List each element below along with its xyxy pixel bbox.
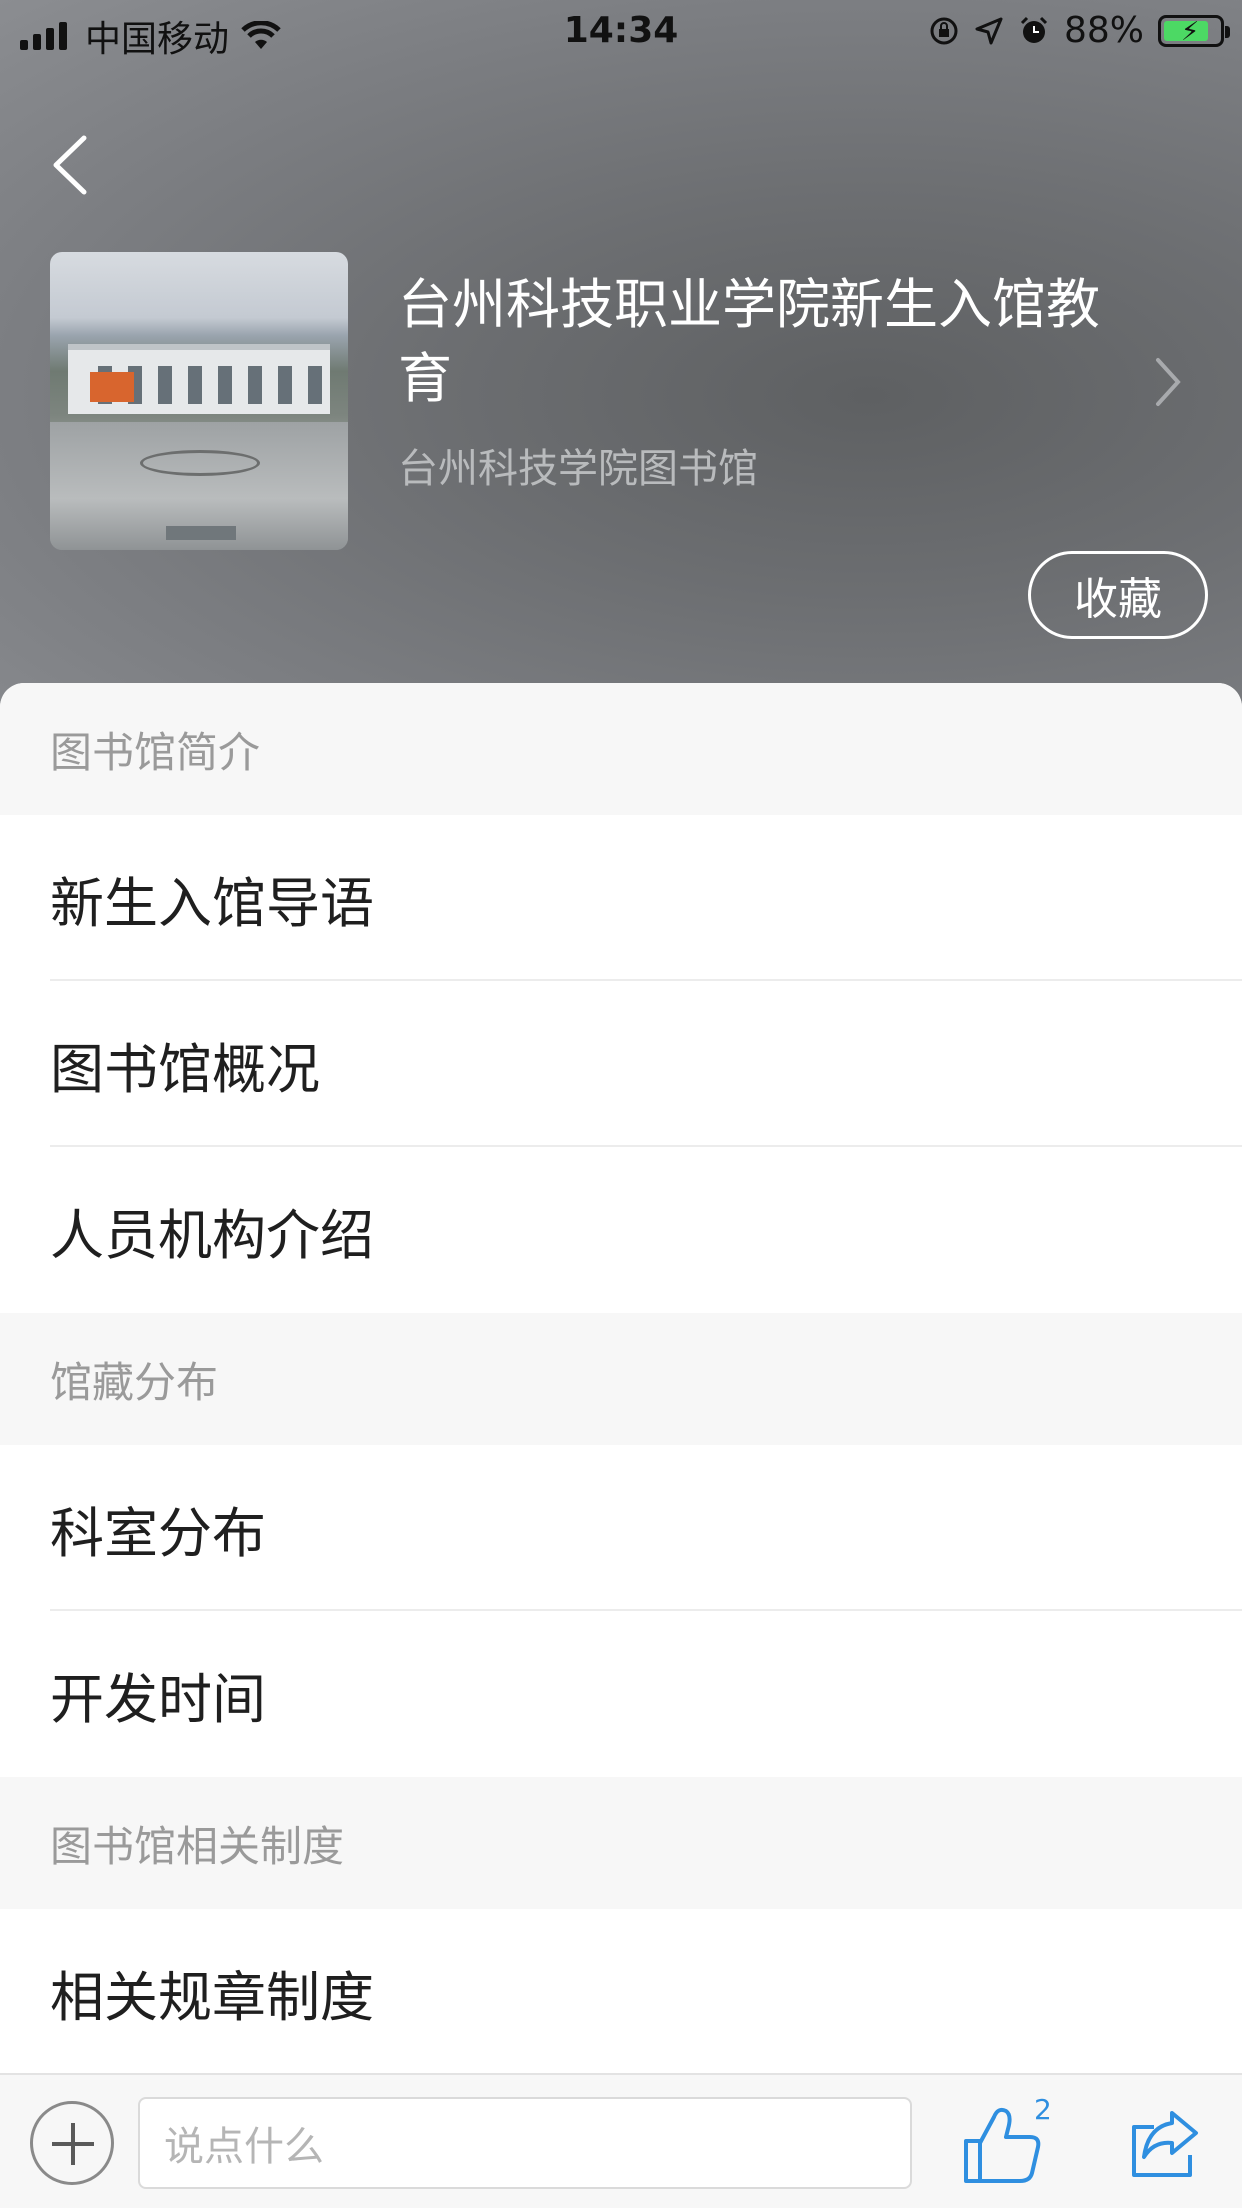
page: 中国移动 14:34 88% ⚡ 台州科技职业学院新生入馆教育 台州科技学院图书… [0,0,1242,2208]
section-header-rules: 图书馆相关制度 [0,1777,1242,1909]
cover-image[interactable] [50,252,348,550]
course-subtitle: 台州科技学院图书馆 [398,446,758,492]
like-count: 2 [1034,2093,1052,2126]
alarm-icon [1020,16,1048,43]
list-item[interactable]: 开发时间 [0,1611,1242,1777]
section-header-intro: 图书馆简介 [0,683,1242,815]
favorite-button[interactable]: 收藏 [1028,551,1208,639]
back-icon[interactable] [44,130,100,200]
location-icon [975,17,1003,44]
orientation-lock-icon [930,17,958,44]
status-right: 88% ⚡ [928,10,1230,51]
list-item[interactable]: 图书馆概况 [0,981,1242,1147]
list-item[interactable]: 科室分布 [0,1445,1242,1611]
share-icon[interactable] [1126,2105,1202,2181]
header: 中国移动 14:34 88% ⚡ 台州科技职业学院新生入馆教育 台州科技学院图书… [0,0,1242,720]
battery-percent: 88% [1063,10,1144,51]
comment-input[interactable]: 说点什么 [138,2097,912,2189]
bottom-bar: 说点什么 2 [0,2073,1242,2208]
plus-icon[interactable] [30,2101,114,2185]
list-item[interactable]: 相关规章制度 [0,1909,1242,2073]
list-item[interactable]: 新生入馆导语 [0,815,1242,981]
section-header-collection: 馆藏分布 [0,1313,1242,1445]
battery-icon: ⚡ [1158,14,1230,47]
chevron-right-icon[interactable] [1150,352,1186,412]
status-bar: 中国移动 14:34 88% ⚡ [0,0,1242,64]
content-sheet: 图书馆简介 新生入馆导语 图书馆概况 人员机构介绍 馆藏分布 科室分布 开发时间… [0,683,1242,2073]
list-item[interactable]: 人员机构介绍 [0,1147,1242,1313]
course-title: 台州科技职业学院新生入馆教育 [398,273,1100,410]
